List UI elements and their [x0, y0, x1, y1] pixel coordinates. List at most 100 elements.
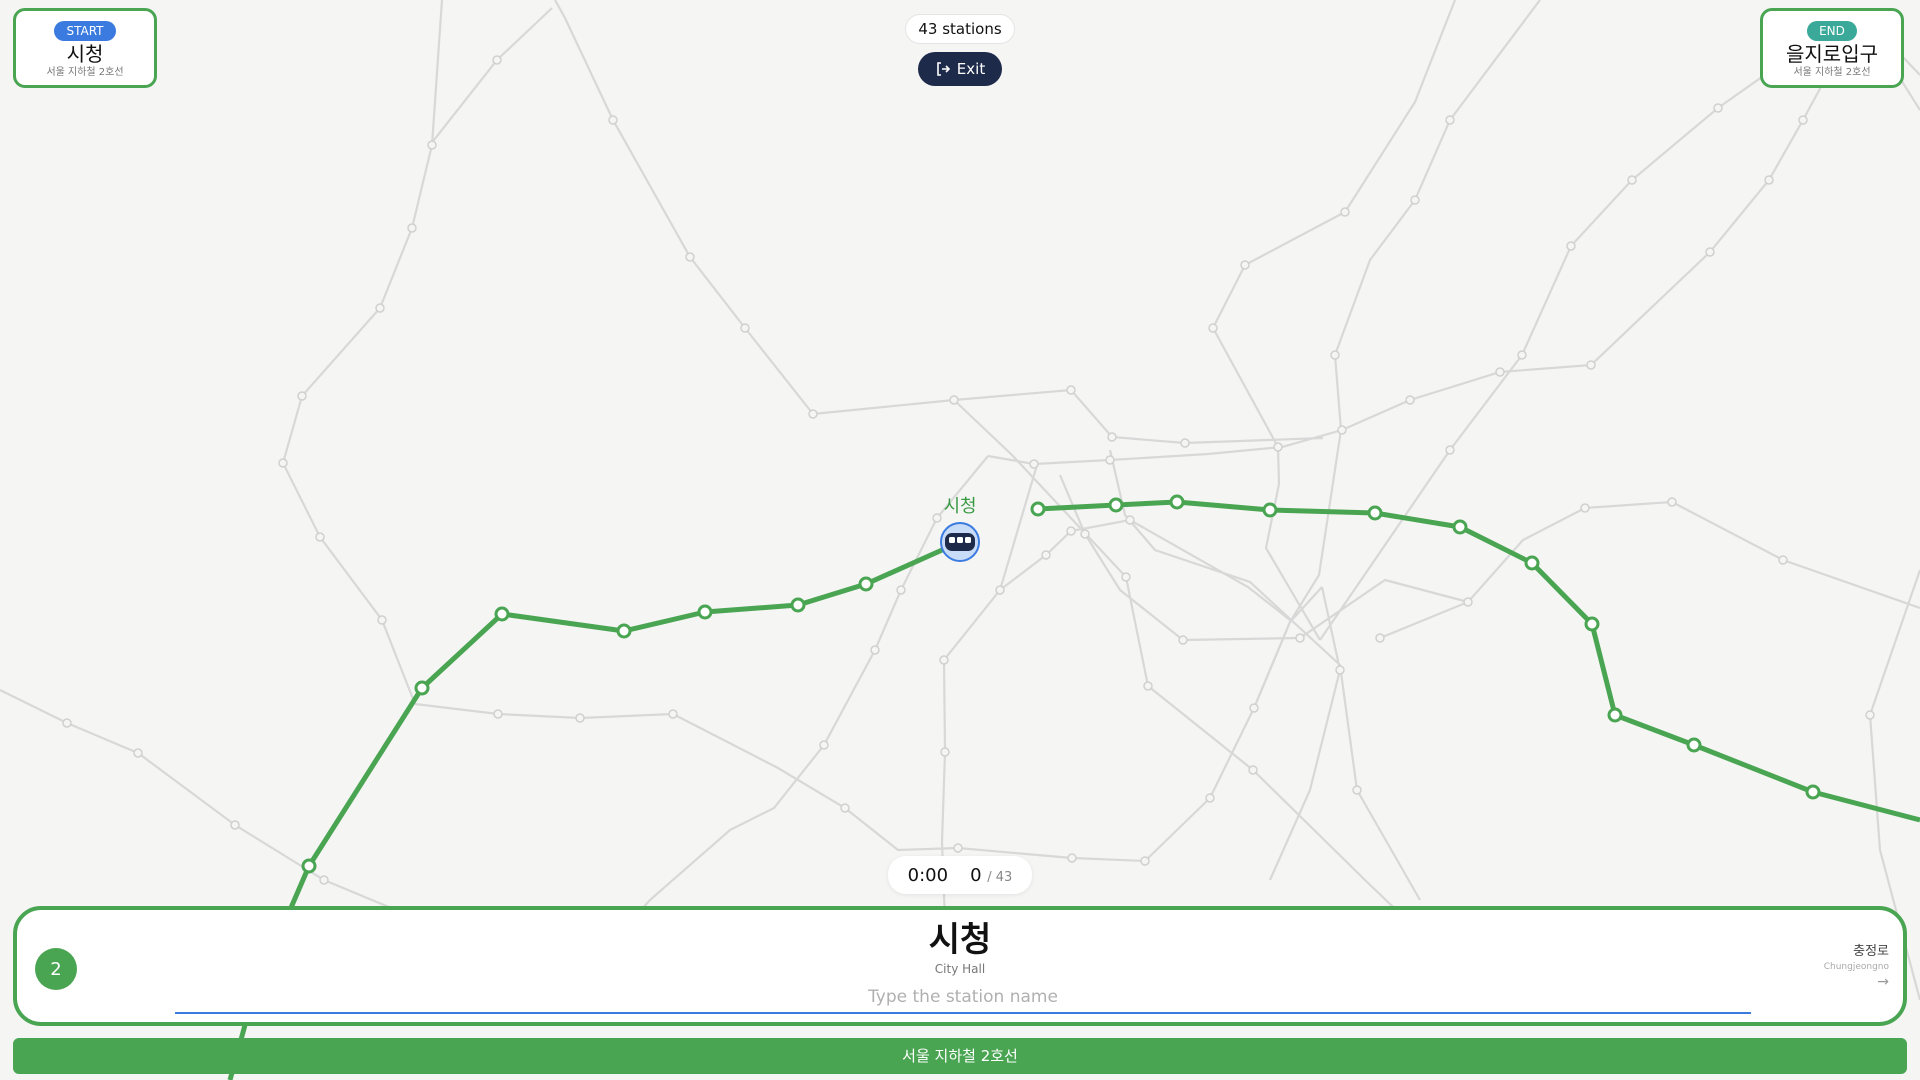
route-station: [1524, 555, 1540, 571]
bg-station: [278, 458, 288, 468]
bg-station: [870, 645, 880, 655]
train-icon: [945, 533, 975, 551]
exit-button[interactable]: Exit: [918, 52, 1002, 86]
bg-station: [608, 115, 618, 125]
bg-station: [407, 223, 417, 233]
bg-station: [940, 747, 950, 757]
bg-line: [1268, 586, 1342, 881]
route-station: [697, 604, 713, 620]
bg-station: [1410, 195, 1420, 205]
route-station: [1805, 784, 1821, 800]
bg-station: [1248, 765, 1258, 775]
bg-line: [429, 7, 553, 146]
bg-station: [375, 303, 385, 313]
route-station: [1607, 707, 1623, 723]
line-name-bar: 서울 지하철 2호선: [13, 1038, 1907, 1074]
bg-station: [953, 843, 963, 853]
background-stations: [62, 55, 1875, 885]
route-station: [414, 680, 430, 696]
bg-station: [1340, 207, 1350, 217]
bg-station: [1495, 367, 1505, 377]
bg-station: [1121, 572, 1131, 582]
route-station: [616, 623, 632, 639]
bg-station: [1865, 710, 1875, 720]
next-station-hint[interactable]: 충정로 Chungjeongno →: [1769, 944, 1889, 990]
bg-station: [62, 718, 72, 728]
bg-station: [133, 748, 143, 758]
route-station: [1452, 519, 1468, 535]
bg-station: [1180, 438, 1190, 448]
route-station: [1686, 737, 1702, 753]
current-station-name: 시청: [928, 920, 992, 960]
bg-station: [230, 820, 240, 830]
bg-station: [1105, 455, 1115, 465]
arrow-right-icon: →: [1877, 974, 1889, 990]
bg-station: [1066, 526, 1076, 536]
bg-station: [1205, 793, 1215, 803]
route-station: [858, 576, 874, 592]
bg-station: [1295, 633, 1305, 643]
bg-station: [1208, 323, 1218, 333]
bg-station: [1580, 503, 1590, 513]
bg-station: [896, 585, 906, 595]
bg-line: [281, 0, 444, 705]
route-path: [1037, 499, 1920, 823]
bg-station: [1041, 550, 1051, 560]
bg-station: [1249, 703, 1259, 713]
bg-station: [1067, 853, 1077, 863]
bg-station: [377, 615, 387, 625]
next-station-english: Chungjeongno: [1823, 962, 1889, 972]
bg-station: [939, 655, 949, 665]
route-station: [494, 606, 510, 622]
exit-icon: [936, 62, 950, 76]
bg-station: [1445, 115, 1455, 125]
route-station: [1262, 502, 1278, 518]
bg-station: [1335, 665, 1345, 675]
bg-station: [1029, 459, 1039, 469]
progress-total: / 43: [987, 869, 1013, 885]
bg-station: [740, 323, 750, 333]
bg-station: [1140, 856, 1150, 866]
bg-station: [1375, 633, 1385, 643]
bg-station: [1352, 785, 1362, 795]
bg-station: [493, 709, 503, 719]
bg-station: [1445, 445, 1455, 455]
bg-station: [1107, 432, 1117, 442]
exit-label: Exit: [956, 60, 986, 78]
bg-station: [819, 740, 829, 750]
bg-station: [1705, 247, 1715, 257]
next-station-name: 충정로: [1853, 944, 1889, 959]
bg-station: [1178, 635, 1188, 645]
station-count-badge: 43 stations: [905, 14, 1015, 44]
bg-line: [414, 586, 1323, 863]
current-station-english: City Hall: [934, 962, 986, 976]
route-station: [1030, 501, 1046, 517]
bg-station: [1273, 442, 1283, 452]
end-station-name: 을지로입구: [1786, 42, 1878, 66]
bg-station: [995, 585, 1005, 595]
route-stations: [301, 494, 1821, 874]
bg-station: [1566, 241, 1576, 251]
bg-station: [297, 391, 307, 401]
bg-station: [1798, 115, 1808, 125]
bg-station: [685, 252, 695, 262]
end-station-card: END 을지로입구 서울 지하철 2호선: [1760, 8, 1904, 88]
bg-station: [1627, 175, 1637, 185]
bg-station: [1337, 425, 1347, 435]
bg-station: [840, 803, 850, 813]
start-station-card: START 시청 서울 지하철 2호선: [13, 8, 157, 88]
end-badge: END: [1807, 21, 1857, 41]
end-line-name: 서울 지하철 2호선: [1793, 67, 1871, 78]
bg-station: [1066, 385, 1076, 395]
bg-line: [1319, 10, 1920, 641]
route-station: [1367, 505, 1383, 521]
current-station-marker: 시청: [940, 496, 980, 562]
route-station: [301, 858, 317, 874]
bg-station: [1240, 260, 1250, 270]
bg-station: [1667, 497, 1677, 507]
route-station: [1108, 497, 1124, 513]
station-name-input[interactable]: [175, 982, 1751, 1014]
current-station-label: 시청: [943, 496, 976, 517]
timer-value: 0:00: [907, 864, 949, 886]
bg-station: [1125, 515, 1135, 525]
